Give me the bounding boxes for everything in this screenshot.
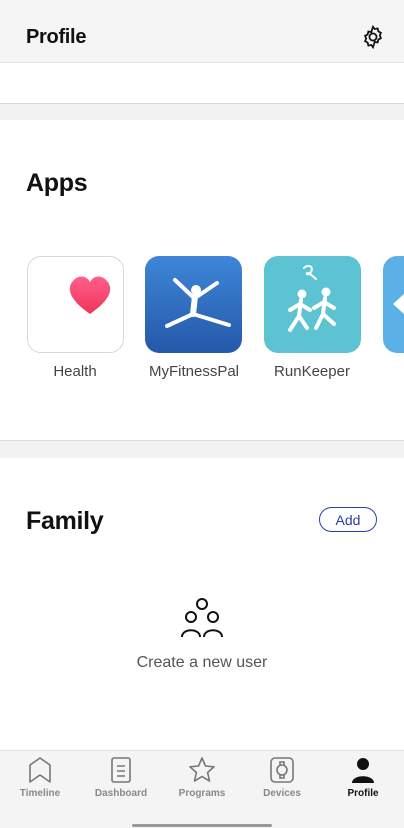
family-title: Family: [26, 507, 104, 535]
tab-timeline[interactable]: Timeline: [0, 756, 80, 799]
tab-label: Dashboard: [94, 788, 148, 799]
timeline-icon: [29, 757, 51, 783]
gear-icon[interactable]: [360, 24, 386, 50]
app-label-myfitnesspal: MyFitnessPal: [148, 363, 240, 380]
tab-label: Timeline: [19, 788, 61, 799]
app-partial-icon: [393, 294, 404, 314]
star-icon: [189, 757, 215, 782]
watch-icon: [270, 757, 294, 783]
app-partial[interactable]: [383, 256, 404, 353]
app-runkeeper[interactable]: [264, 256, 361, 353]
runkeeper-icon: [288, 264, 336, 332]
app-health[interactable]: [27, 256, 124, 353]
myfitnesspal-icon: [165, 278, 231, 328]
app-myfitnesspal[interactable]: [145, 256, 242, 353]
tab-label: Devices: [263, 788, 301, 799]
profile-strip: [0, 62, 404, 104]
apps-title: Apps: [26, 169, 88, 197]
page-title: Profile: [26, 26, 87, 48]
tab-label: Programs: [178, 788, 226, 799]
tab-programs[interactable]: Programs: [162, 756, 242, 799]
person-icon: [352, 758, 374, 783]
tab-profile[interactable]: Profile: [323, 756, 403, 799]
app-label-runkeeper: RunKeeper: [274, 363, 350, 380]
tab-dashboard[interactable]: Dashboard: [81, 756, 161, 799]
dashboard-icon: [111, 757, 131, 783]
create-user-text: Create a new user: [136, 654, 268, 671]
people-icon: [180, 596, 224, 640]
tab-label: Profile: [347, 788, 379, 799]
app-label-health: Health: [53, 363, 97, 380]
health-heart-icon: [69, 276, 111, 314]
tab-devices[interactable]: Devices: [242, 756, 322, 799]
add-family-button[interactable]: Add: [319, 507, 377, 532]
